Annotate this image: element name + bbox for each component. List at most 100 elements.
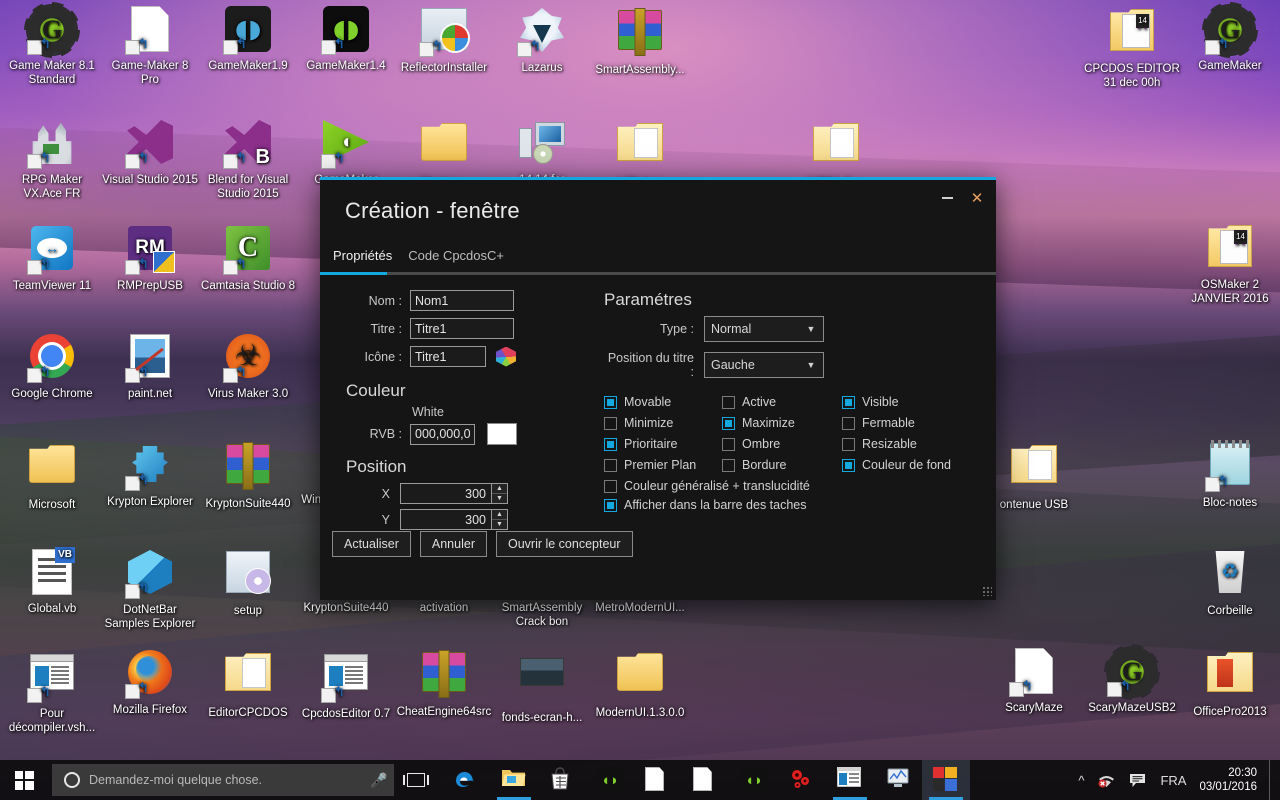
- show-desktop-button[interactable]: [1269, 760, 1276, 800]
- taskbar-app-edge[interactable]: [442, 760, 490, 800]
- nom-input[interactable]: [410, 290, 514, 311]
- desktop-icon[interactable]: GameMaker: [1182, 6, 1278, 73]
- desktop-icon[interactable]: X14 CPCDOS EDITOR 31 dec 00h: [1084, 6, 1180, 90]
- checkbox-box[interactable]: [604, 416, 617, 430]
- type-select[interactable]: Normal ▼: [704, 316, 824, 342]
- desktop-icon[interactable]: Pour décompiler.vsh...: [4, 648, 100, 735]
- search-input[interactable]: Demandez-moi quelque chose. 🎤: [52, 764, 394, 796]
- checkbox-ombre[interactable]: Ombre: [722, 437, 842, 451]
- checkbox-prioritaire[interactable]: Prioritaire: [604, 437, 722, 451]
- rvb-input[interactable]: [410, 423, 475, 445]
- checkbox-afficher-dans-la-barre-des-taches[interactable]: Afficher dans la barre des taches: [604, 498, 984, 512]
- taskbar-app-cheatengine[interactable]: [778, 760, 826, 800]
- taskbar-app-visual-designer[interactable]: [922, 760, 970, 800]
- tab-code-cpcdosc[interactable]: Code CpcdosC+: [404, 246, 508, 265]
- actualiser-button[interactable]: Actualiser: [332, 531, 411, 557]
- desktop-icon[interactable]: Google Chrome: [4, 332, 100, 401]
- color-swatch[interactable]: [487, 423, 517, 445]
- checkbox-visible[interactable]: Visible: [842, 395, 984, 409]
- checkbox-box[interactable]: [722, 395, 735, 409]
- position-y-input[interactable]: [400, 509, 492, 530]
- desktop-icon[interactable]: Microsoft: [4, 440, 100, 512]
- desktop-icon[interactable]: Mozilla Firefox: [102, 648, 198, 717]
- desktop-icon[interactable]: ScaryMazeUSB2: [1084, 648, 1180, 715]
- taskbar[interactable]: Demandez-moi quelque chose. 🎤 ◖◗ ◖◗ ^ FRA…: [0, 760, 1280, 800]
- checkbox-fermable[interactable]: Fermable: [842, 416, 984, 430]
- taskbar-app-gamemaker-studio[interactable]: ◖◗: [586, 760, 634, 800]
- checkbox-box[interactable]: [604, 395, 617, 409]
- desktop-icon[interactable]: Krypton Explorer: [102, 440, 198, 509]
- checkbox-box[interactable]: [604, 479, 617, 493]
- desktop-icon[interactable]: B Blend for Visual Studio 2015: [200, 118, 296, 201]
- checkbox-maximize[interactable]: Maximize: [722, 416, 842, 430]
- desktop-icon[interactable]: ModernUI.1.3.0.0: [592, 648, 688, 720]
- desktop-icon[interactable]: fonds-ecran-h...: [494, 648, 590, 725]
- tab-proprietes[interactable]: Propriétés: [329, 246, 396, 265]
- checkbox-box[interactable]: [842, 416, 855, 430]
- checkbox-premier-plan[interactable]: Premier Plan: [604, 458, 722, 472]
- taskbar-app-monitor-chart[interactable]: [874, 760, 922, 800]
- action-center-icon[interactable]: [1122, 760, 1153, 800]
- microphone-icon[interactable]: 🎤: [364, 772, 394, 789]
- annuler-button[interactable]: Annuler: [419, 531, 487, 557]
- desktop-icon[interactable]: RM RMPrepUSB: [102, 224, 198, 293]
- language-indicator[interactable]: FRA: [1153, 760, 1193, 800]
- desktop-icon[interactable]: Game Maker 8.1 Standard: [4, 6, 100, 87]
- desktop-icon[interactable]: Lazarus: [494, 6, 590, 75]
- taskbar-app-program-window[interactable]: [826, 760, 874, 800]
- desktop-icon[interactable]: paint.net: [102, 332, 198, 401]
- desktop-icon[interactable]: X14 OSMaker 2 JANVIER 2016: [1182, 222, 1278, 306]
- position-x-input[interactable]: [400, 483, 492, 504]
- checkbox-box[interactable]: [604, 437, 617, 451]
- checkbox-box[interactable]: [604, 458, 617, 472]
- desktop-icon[interactable]: VB Global.vb: [4, 547, 100, 616]
- network-error-icon[interactable]: [1091, 760, 1122, 800]
- checkbox-minimize[interactable]: Minimize: [604, 416, 722, 430]
- taskbar-app-store[interactable]: [538, 760, 586, 800]
- close-button[interactable]: ✕: [962, 186, 992, 210]
- desktop-icon[interactable]: SmartAssembly...: [592, 6, 688, 77]
- position-titre-select[interactable]: Gauche ▼: [704, 352, 824, 378]
- desktop-icon[interactable]: ◖◗ GameMaker1.4: [298, 6, 394, 73]
- desktop-icon[interactable]: setup: [200, 548, 296, 618]
- desktop-icon[interactable]: Bloc-notes: [1182, 440, 1278, 510]
- titre-input[interactable]: [410, 318, 514, 339]
- desktop-icon[interactable]: ◖◗ GameMaker1.9: [200, 6, 296, 73]
- checkbox-bordure[interactable]: Bordure: [722, 458, 842, 472]
- checkbox-box[interactable]: [842, 437, 855, 451]
- desktop-icon[interactable]: ReflectorInstaller: [396, 6, 492, 75]
- taskbar-app-document[interactable]: [682, 760, 730, 800]
- desktop-icon[interactable]: ontenue USB: [986, 440, 1082, 512]
- position-y-down-button[interactable]: ▼: [492, 520, 507, 529]
- desktop-icon[interactable]: C Camtasia Studio 8: [200, 224, 296, 293]
- checkbox-couleur-g-n-ralis-translucidit-[interactable]: Couleur généralisé + translucidité: [604, 479, 984, 493]
- desktop-icon[interactable]: ↔ TeamViewer 11: [4, 224, 100, 293]
- taskbar-app-file-explorer[interactable]: [490, 760, 538, 800]
- checkbox-active[interactable]: Active: [722, 395, 842, 409]
- creation-fenetre-dialog[interactable]: ✕ Création - fenêtre Propriétés Code Cpc…: [320, 177, 996, 600]
- position-y-up-button[interactable]: ▲: [492, 510, 507, 520]
- desktop-icon[interactable]: Corbeille: [1182, 548, 1278, 618]
- resize-grip[interactable]: [982, 586, 992, 596]
- position-y-stepper[interactable]: ▲▼: [400, 509, 508, 530]
- checkbox-box[interactable]: [722, 416, 735, 430]
- position-x-down-button[interactable]: ▼: [492, 494, 507, 503]
- desktop-icon[interactable]: Virus Maker 3.0: [200, 332, 296, 401]
- checkbox-box[interactable]: [722, 437, 735, 451]
- desktop-icon[interactable]: ScaryMaze: [986, 648, 1082, 715]
- desktop-icon[interactable]: DotNetBar Samples Explorer: [102, 548, 198, 631]
- taskbar-app-document[interactable]: [634, 760, 682, 800]
- desktop-icon[interactable]: CheatEngine64src: [396, 648, 492, 719]
- clock[interactable]: 20:30 03/01/2016: [1193, 766, 1269, 794]
- color-cube-icon[interactable]: [496, 346, 516, 367]
- checkbox-box[interactable]: [722, 458, 735, 472]
- checkbox-box[interactable]: [842, 458, 855, 472]
- checkbox-movable[interactable]: Movable: [604, 395, 722, 409]
- desktop-icon[interactable]: Visual Studio 2015: [102, 118, 198, 187]
- checkbox-box[interactable]: [842, 395, 855, 409]
- position-x-up-button[interactable]: ▲: [492, 484, 507, 494]
- checkbox-box[interactable]: [604, 498, 617, 512]
- desktop-icon[interactable]: Game-Maker 8 Pro: [102, 6, 198, 87]
- desktop-icon[interactable]: CpcdosEditor 0.7: [298, 648, 394, 721]
- desktop-icon[interactable]: OfficePro2013: [1182, 648, 1278, 719]
